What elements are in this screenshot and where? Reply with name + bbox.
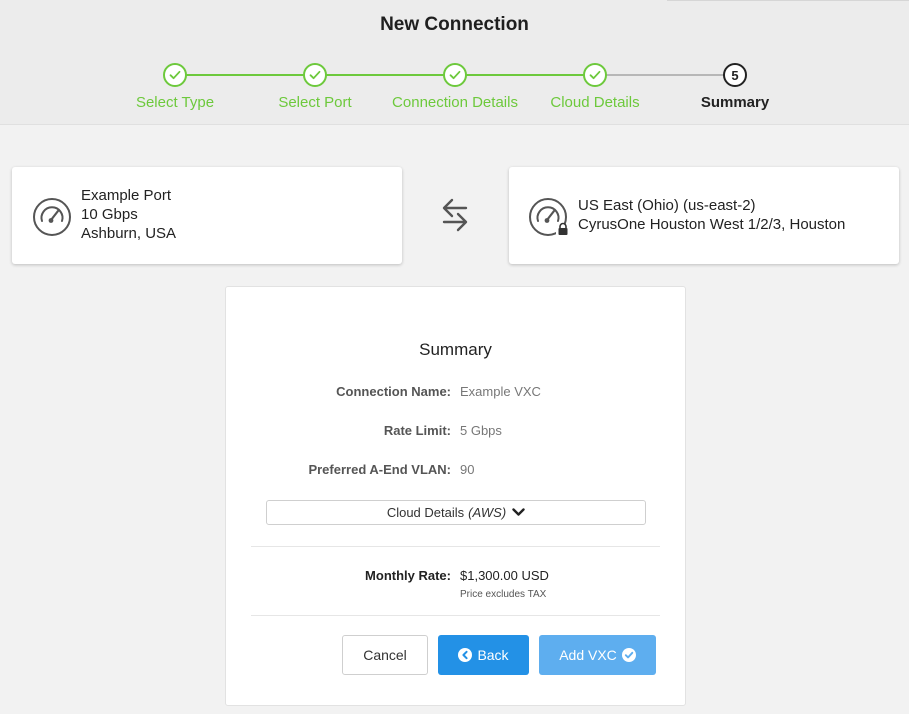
chevron-down-icon <box>512 508 525 517</box>
cloud-provider: (AWS) <box>468 505 507 520</box>
step-connection-details-check-icon[interactable] <box>443 63 467 87</box>
a-end-port-speed: 10 Gbps <box>81 206 138 223</box>
a-end-port-location: Ashburn, USA <box>81 225 177 242</box>
step-label-select-port[interactable]: Select Port <box>235 94 395 111</box>
summary-title: Summary <box>419 340 492 359</box>
speedometer-icon <box>33 198 71 236</box>
step-label-select-type[interactable]: Select Type <box>95 94 255 111</box>
back-button[interactable]: Back <box>438 635 529 675</box>
step-select-type-check-icon[interactable] <box>163 63 187 87</box>
step-summary-number: 5 <box>723 63 747 87</box>
rate-limit-label: Rate Limit: <box>383 423 451 438</box>
step-select-port-check-icon[interactable] <box>303 63 327 87</box>
a-end-vlan-value: 90 <box>460 462 475 477</box>
stepper-track-1 <box>175 74 315 76</box>
add-vxc-button-label: Add VXC <box>559 647 617 663</box>
rate-limit-value: 5 Gbps <box>460 423 502 438</box>
tax-note: Price excludes TAX <box>460 589 547 600</box>
connection-name-value: Example VXC <box>460 384 541 399</box>
a-end-port-card: Example Port 10 Gbps Ashburn, USA <box>12 167 402 264</box>
cancel-button[interactable]: Cancel <box>342 635 428 675</box>
divider <box>251 546 660 547</box>
speedometer-lock-icon <box>529 198 570 238</box>
step-cloud-details-check-icon[interactable] <box>583 63 607 87</box>
page-title: New Connection <box>380 14 529 35</box>
connection-name-label: Connection Name: <box>336 384 451 399</box>
back-button-label: Back <box>477 647 509 663</box>
check-circle-icon <box>621 648 636 662</box>
b-end-location: CyrusOne Houston West 1/2/3, Houston <box>578 216 846 233</box>
add-vxc-button[interactable]: Add VXC <box>539 635 656 675</box>
back-arrow-circle-icon <box>458 648 473 662</box>
wizard-header: New Connection 5 Select Type Select Port… <box>0 0 909 125</box>
swap-arrows-icon <box>442 198 468 232</box>
monthly-rate-label: Monthly Rate: <box>365 568 451 583</box>
step-label-connection-details[interactable]: Connection Details <box>375 94 535 111</box>
a-end-vlan-label: Preferred A-End VLAN: <box>308 462 451 477</box>
header-top-line <box>667 0 909 1</box>
stepper-track-3 <box>455 74 595 76</box>
cloud-details-dropdown[interactable]: Cloud Details (AWS) <box>266 500 646 525</box>
b-end-cloud-card: US East (Ohio) (us-east-2) CyrusOne Hous… <box>509 167 899 264</box>
a-end-port-name: Example Port <box>81 187 172 204</box>
step-label-cloud-details[interactable]: Cloud Details <box>515 94 675 111</box>
divider <box>251 615 660 616</box>
step-label-summary: Summary <box>700 94 770 111</box>
stepper-track-2 <box>315 74 455 76</box>
stepper-track-4 <box>595 74 735 76</box>
monthly-rate-value: $1,300.00 USD <box>460 568 549 583</box>
cancel-button-label: Cancel <box>363 647 407 663</box>
cloud-details-label: Cloud Details <box>386 505 465 520</box>
b-end-region-name: US East (Ohio) (us-east-2) <box>578 197 756 214</box>
summary-panel: Summary Connection Name: Example VXC Rat… <box>225 286 686 706</box>
